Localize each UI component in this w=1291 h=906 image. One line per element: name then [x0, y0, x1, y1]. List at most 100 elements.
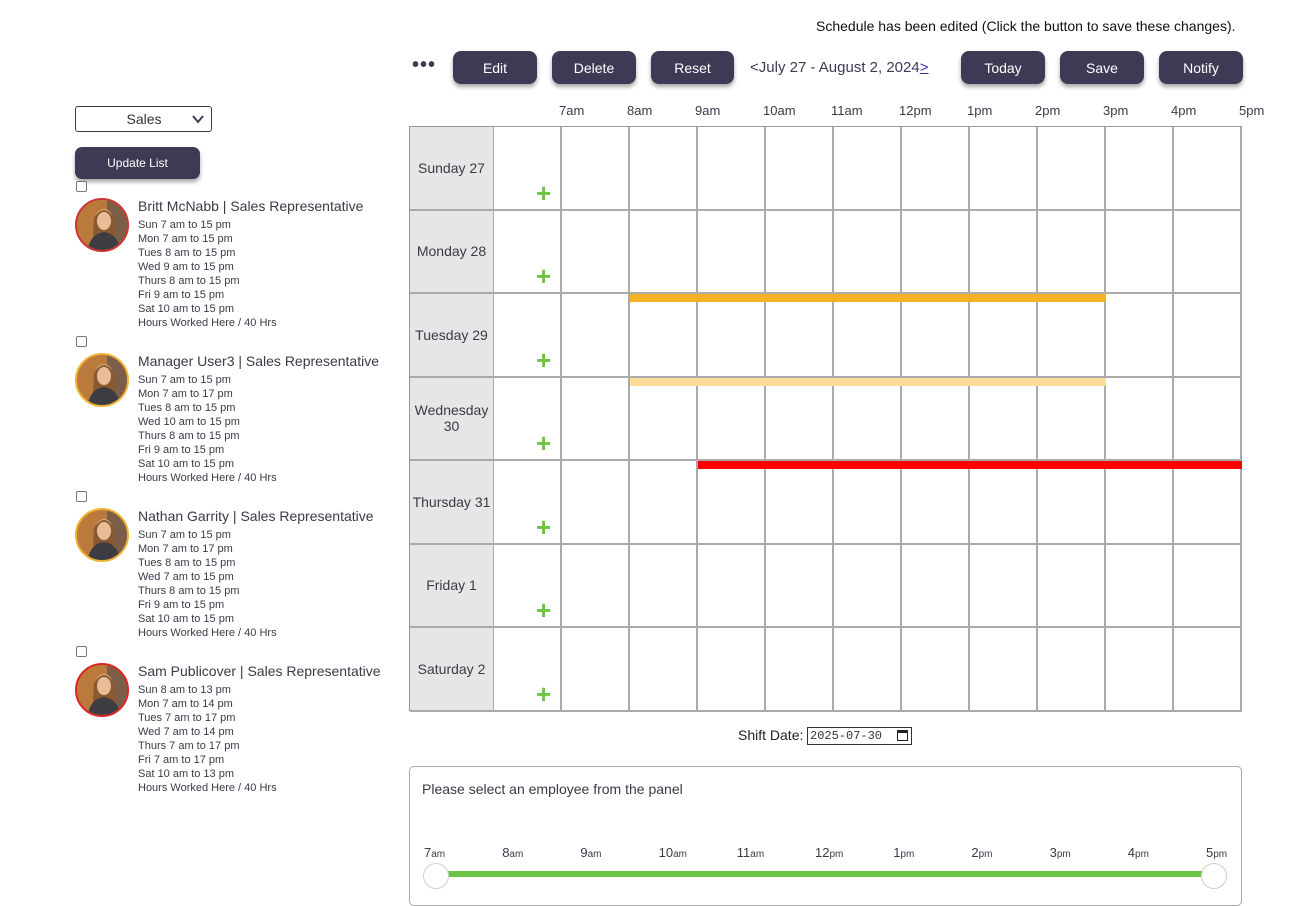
schedule-cell[interactable]: [630, 377, 698, 461]
add-shift-icon[interactable]: +: [536, 180, 551, 206]
employee-checkbox[interactable]: [76, 336, 87, 347]
shift-bar[interactable]: [630, 377, 1106, 386]
schedule-cell[interactable]: [970, 544, 1038, 628]
schedule-cell[interactable]: [766, 377, 834, 461]
update-list-button[interactable]: Update List: [75, 147, 200, 179]
department-select[interactable]: Sales: [75, 106, 212, 132]
save-button[interactable]: Save: [1060, 51, 1144, 84]
schedule-cell[interactable]: [902, 628, 970, 712]
schedule-cell[interactable]: [698, 127, 766, 211]
schedule-cell[interactable]: [1038, 210, 1106, 294]
schedule-cell[interactable]: [630, 127, 698, 211]
add-shift-icon[interactable]: +: [536, 514, 551, 540]
edit-button[interactable]: Edit: [453, 51, 537, 84]
schedule-cell[interactable]: [1038, 628, 1106, 712]
schedule-cell[interactable]: [1038, 377, 1106, 461]
schedule-cell[interactable]: [698, 294, 766, 378]
add-shift-icon[interactable]: +: [536, 430, 551, 456]
add-shift-icon[interactable]: +: [536, 597, 551, 623]
schedule-cell[interactable]: [766, 461, 834, 545]
add-shift-icon[interactable]: +: [536, 263, 551, 289]
employee-name[interactable]: Nathan Garrity | Sales Representative: [138, 508, 374, 524]
schedule-cell[interactable]: [1106, 294, 1174, 378]
schedule-cell[interactable]: [698, 377, 766, 461]
today-button[interactable]: Today: [961, 51, 1045, 84]
schedule-cell[interactable]: [1174, 544, 1242, 628]
schedule-cell[interactable]: [562, 544, 630, 628]
schedule-cell[interactable]: [698, 210, 766, 294]
schedule-cell[interactable]: [970, 377, 1038, 461]
schedule-cell[interactable]: [902, 210, 970, 294]
schedule-cell[interactable]: [562, 210, 630, 294]
reset-button[interactable]: Reset: [651, 51, 734, 84]
schedule-cell[interactable]: [834, 628, 902, 712]
schedule-cell[interactable]: [834, 544, 902, 628]
schedule-cell[interactable]: [970, 628, 1038, 712]
time-slider-track[interactable]: [446, 871, 1204, 877]
employee-name[interactable]: Sam Publicover | Sales Representative: [138, 663, 381, 679]
schedule-cell[interactable]: [902, 377, 970, 461]
delete-button[interactable]: Delete: [552, 51, 636, 84]
time-slider-end-handle[interactable]: [1201, 863, 1227, 889]
schedule-cell[interactable]: [1174, 127, 1242, 211]
schedule-cell[interactable]: [902, 127, 970, 211]
schedule-cell[interactable]: [1174, 210, 1242, 294]
schedule-cell[interactable]: [1038, 544, 1106, 628]
schedule-cell[interactable]: [902, 544, 970, 628]
shift-bar[interactable]: [630, 294, 1106, 302]
employee-name[interactable]: Manager User3 | Sales Representative: [138, 353, 379, 369]
schedule-cell[interactable]: [902, 461, 970, 545]
employee-checkbox[interactable]: [76, 181, 87, 192]
schedule-cell[interactable]: [902, 294, 970, 378]
schedule-cell[interactable]: [970, 294, 1038, 378]
schedule-cell[interactable]: [834, 127, 902, 211]
schedule-cell[interactable]: [766, 294, 834, 378]
schedule-cell[interactable]: [562, 127, 630, 211]
shift-bar[interactable]: [698, 461, 1242, 469]
schedule-cell[interactable]: [970, 127, 1038, 211]
schedule-cell[interactable]: [1106, 461, 1174, 545]
add-shift-icon[interactable]: +: [536, 347, 551, 373]
schedule-cell[interactable]: [970, 210, 1038, 294]
schedule-cell[interactable]: [562, 294, 630, 378]
schedule-cell[interactable]: [630, 294, 698, 378]
schedule-cell[interactable]: [766, 544, 834, 628]
previous-week-link[interactable]: <: [750, 59, 759, 76]
schedule-cell[interactable]: [698, 461, 766, 545]
schedule-cell[interactable]: [1106, 127, 1174, 211]
schedule-cell[interactable]: [630, 210, 698, 294]
next-week-link[interactable]: >: [920, 59, 929, 76]
notify-button[interactable]: Notify: [1159, 51, 1243, 84]
calendar-icon[interactable]: [897, 730, 908, 741]
schedule-cell[interactable]: [1038, 461, 1106, 545]
schedule-cell[interactable]: [698, 628, 766, 712]
employee-checkbox[interactable]: [76, 646, 87, 657]
schedule-cell[interactable]: [834, 294, 902, 378]
schedule-cell[interactable]: [1038, 127, 1106, 211]
schedule-cell[interactable]: [1106, 210, 1174, 294]
schedule-cell[interactable]: [630, 544, 698, 628]
schedule-cell[interactable]: [562, 628, 630, 712]
schedule-cell[interactable]: [630, 461, 698, 545]
time-slider-start-handle[interactable]: [423, 863, 449, 889]
schedule-cell[interactable]: [562, 377, 630, 461]
add-shift-icon[interactable]: +: [536, 681, 551, 707]
schedule-cell[interactable]: [630, 628, 698, 712]
schedule-cell[interactable]: [1174, 628, 1242, 712]
schedule-cell[interactable]: [970, 461, 1038, 545]
schedule-cell[interactable]: [766, 210, 834, 294]
schedule-cell[interactable]: [766, 127, 834, 211]
schedule-cell[interactable]: [1174, 461, 1242, 545]
schedule-cell[interactable]: [562, 461, 630, 545]
schedule-cell[interactable]: [1038, 294, 1106, 378]
schedule-cell[interactable]: [1106, 544, 1174, 628]
schedule-cell[interactable]: [1106, 377, 1174, 461]
schedule-cell[interactable]: [698, 544, 766, 628]
employee-name[interactable]: Britt McNabb | Sales Representative: [138, 198, 363, 214]
more-options-icon[interactable]: •••: [412, 54, 436, 77]
schedule-cell[interactable]: [1174, 294, 1242, 378]
employee-checkbox[interactable]: [76, 491, 87, 502]
schedule-cell[interactable]: [834, 210, 902, 294]
shift-date-input[interactable]: 2025-07-30: [807, 727, 912, 745]
schedule-cell[interactable]: [1106, 628, 1174, 712]
